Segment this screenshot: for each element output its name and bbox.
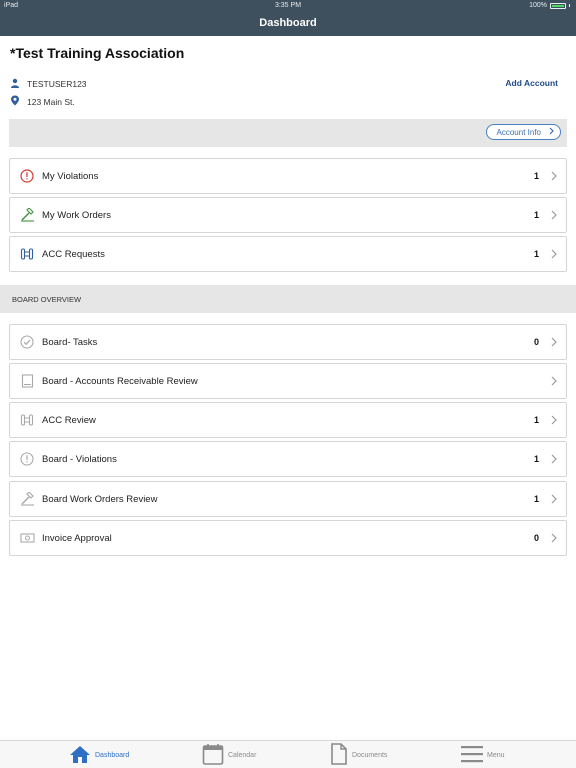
chevron-right-icon <box>544 210 564 220</box>
count-badge: 0 <box>533 337 539 347</box>
nav-bar: Dashboard <box>0 12 576 36</box>
street-address: 123 Main St. <box>27 96 75 107</box>
count-badge: 1 <box>533 494 539 504</box>
tab-bar: Dashboard Calendar Documents Menu <box>0 740 576 768</box>
tab-menu[interactable]: Menu <box>461 741 505 768</box>
count-badge: 1 <box>533 249 539 259</box>
list-item-accounts-receivable-review[interactable]: Board - Accounts Receivable Review <box>9 363 567 399</box>
chevron-right-icon <box>544 376 564 386</box>
home-icon <box>69 744 91 766</box>
account-info-button[interactable]: Account Info <box>485 124 561 140</box>
list-item-label: Board - Violations <box>42 453 117 465</box>
list-item-invoice-approval[interactable]: Invoice Approval 0 <box>9 520 567 556</box>
battery-percent: 100% <box>529 2 547 9</box>
document-icon <box>330 743 348 767</box>
person-icon <box>10 78 20 90</box>
ledger-icon <box>19 373 35 389</box>
list-item-acc-review[interactable]: ACC Review 1 <box>9 402 567 438</box>
money-icon <box>19 530 35 546</box>
status-time: 3:35 PM <box>274 2 302 9</box>
acc-icon <box>19 412 35 428</box>
association-name: *Test Training Association <box>10 45 185 61</box>
list-item-label: Board Work Orders Review <box>42 493 158 505</box>
list-item-label: Board - Accounts Receivable Review <box>42 375 198 387</box>
chevron-right-icon <box>544 337 564 347</box>
list-item-my-work-orders[interactable]: My Work Orders 1 <box>9 197 567 233</box>
page-title: Dashboard <box>259 17 317 29</box>
list-item-board-work-orders-review[interactable]: Board Work Orders Review 1 <box>9 481 567 517</box>
list-item-label: My Violations <box>42 170 99 182</box>
count-badge: 1 <box>533 171 539 181</box>
account-info-label: Account Info <box>496 127 541 137</box>
status-bar: iPad 3:35 PM 100% <box>0 0 576 12</box>
list-item-label: Invoice Approval <box>42 532 112 544</box>
alert-circle-icon <box>19 451 35 467</box>
chevron-right-icon <box>544 494 564 504</box>
hamburger-icon <box>461 744 483 766</box>
battery-icon <box>550 2 566 9</box>
section-title: BOARD OVERVIEW <box>12 295 82 304</box>
tab-label: Dashboard <box>95 751 130 759</box>
list-item-acc-requests[interactable]: ACC Requests 1 <box>9 236 567 272</box>
tab-documents[interactable]: Documents <box>330 741 387 768</box>
chevron-right-icon <box>544 415 564 425</box>
hammer-icon <box>19 491 35 507</box>
board-overview-header: BOARD OVERVIEW <box>0 285 576 313</box>
calendar-icon <box>202 743 224 767</box>
tab-dashboard[interactable]: Dashboard <box>69 741 129 768</box>
tab-label: Menu <box>487 751 505 759</box>
list-item-label: ACC Review <box>42 414 96 426</box>
count-badge: 1 <box>533 454 539 464</box>
list-item-label: ACC Requests <box>42 248 105 260</box>
battery-indicator: 100% <box>529 2 570 9</box>
tab-label: Calendar <box>228 751 257 759</box>
chevron-right-icon <box>544 454 564 464</box>
account-info-bar: Account Info <box>9 119 567 147</box>
count-badge: 1 <box>533 210 539 220</box>
count-badge: 0 <box>533 533 539 543</box>
chevron-right-icon <box>544 249 564 259</box>
check-circle-icon <box>19 334 35 350</box>
chevron-right-icon <box>544 533 564 543</box>
add-account-link[interactable]: Add Account <box>505 78 558 88</box>
battery-tip <box>569 4 570 7</box>
list-item-my-violations[interactable]: My Violations 1 <box>9 158 567 194</box>
chevron-right-icon <box>549 127 554 137</box>
tab-calendar[interactable]: Calendar <box>202 741 256 768</box>
list-item-board-violations[interactable]: Board - Violations 1 <box>9 441 567 477</box>
username: TESTUSER123 <box>27 79 87 89</box>
user-line: TESTUSER123 <box>10 78 87 90</box>
alert-circle-icon <box>19 168 35 184</box>
tab-label: Documents <box>352 751 388 759</box>
acc-icon <box>19 246 35 262</box>
location-pin-icon <box>10 95 20 108</box>
list-item-label: My Work Orders <box>42 209 111 221</box>
address-line: 123 Main St. <box>10 95 75 108</box>
list-item-board-tasks[interactable]: Board- Tasks 0 <box>9 324 567 360</box>
count-badge: 1 <box>533 415 539 425</box>
hammer-icon <box>19 207 35 223</box>
list-item-label: Board- Tasks <box>42 336 98 348</box>
chevron-right-icon <box>544 171 564 181</box>
